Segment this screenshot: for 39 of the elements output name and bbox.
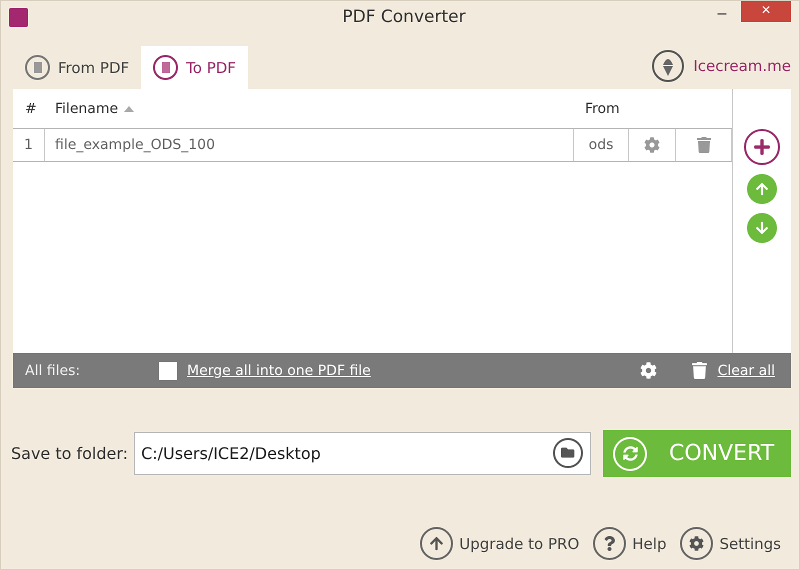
arrow-up-icon [755,182,769,196]
gear-icon [644,137,660,153]
arrow-down-icon [755,221,769,235]
column-header[interactable]: From [585,100,620,116]
document-convert-icon [153,55,178,80]
column-header[interactable]: Filename [55,100,585,116]
website-link[interactable]: Icecream.me [651,49,791,83]
all-files-label: All files: [25,362,82,378]
close-button[interactable]: × [741,1,791,22]
document-convert-icon [25,55,50,80]
plus-icon [753,138,771,156]
ice-cream-icon [651,49,686,83]
footer-link[interactable]: Upgrade to PRO [420,527,580,560]
settings-icon [680,527,714,560]
table-cell: ods [574,129,629,161]
trash-icon[interactable] [690,362,708,379]
column-header[interactable]: # [13,100,55,116]
save-folder-label: Save to folder: [11,444,128,463]
footer-link[interactable]: Help [593,527,666,560]
merge-checkbox[interactable] [159,362,177,380]
tab[interactable]: To PDF [141,46,248,89]
window-title: PDF Converter [342,7,466,27]
app-icon [9,8,28,26]
move-down-button[interactable] [747,213,777,243]
move-up-button[interactable] [747,174,777,204]
clear-all-link[interactable]: Clear all [718,362,775,378]
tab[interactable]: From PDF [13,46,142,89]
folder-path-field[interactable]: C:/Users/ICE2/Desktop [134,432,591,475]
add-file-button[interactable] [744,129,780,165]
folder-icon [561,446,575,460]
trash-icon [696,137,712,153]
settings-icon[interactable] [640,362,657,379]
merge-link[interactable]: Merge all into one PDF file [187,362,371,378]
help-icon [593,527,626,560]
footer-link[interactable]: Settings [680,527,781,560]
table-cell: 1 [13,129,45,161]
refresh-icon [613,436,647,470]
table-cell: file_example_ODS_100 [45,129,574,161]
minimize-button[interactable]: – [707,2,737,26]
